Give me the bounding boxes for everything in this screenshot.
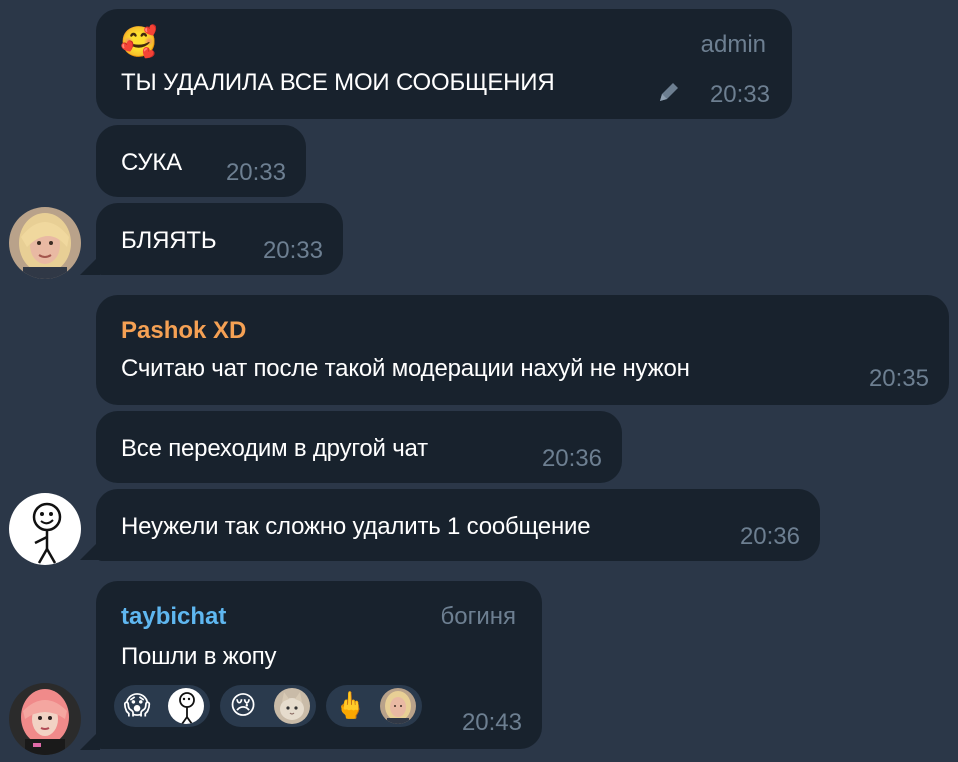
- avatar-blonde-user[interactable]: [9, 207, 81, 279]
- admin-badge: admin: [700, 31, 766, 58]
- message-time: 20:35: [868, 365, 929, 392]
- smiling-face-with-hearts-emoji: 🥰: [120, 25, 158, 60]
- scream-emoji-icon: 😱: [123, 691, 151, 721]
- reaction-scream[interactable]: 😱: [114, 685, 210, 727]
- message-time: 20:33: [225, 159, 286, 186]
- reaction-crying[interactable]: 😢: [220, 685, 316, 727]
- message-text: Неужели так сложно удалить 1 сообщение: [121, 513, 591, 540]
- message-bubble-6[interactable]: Неужели так сложно удалить 1 сообщение 2…: [96, 489, 820, 561]
- message-text: ТЫ УДАЛИЛА ВСЕ МОИ СООБЩЕНИЯ: [121, 69, 555, 96]
- reactor-avatar-blonde: [380, 688, 416, 724]
- sender-name-pashok[interactable]: Pashok XD: [121, 317, 246, 345]
- message-time: 20:36: [739, 523, 800, 550]
- message-time: 20:36: [541, 445, 602, 472]
- custom-title-badge: богиня: [440, 603, 516, 630]
- message-text: БЛЯЯТЬ: [121, 227, 217, 254]
- reaction-middle-finger[interactable]: 🖕: [326, 685, 422, 727]
- message-time: 20:33: [709, 81, 770, 108]
- message-time: 20:33: [262, 237, 323, 264]
- message-bubble-5[interactable]: Все переходим в другой чат 20:36: [96, 411, 622, 483]
- message-bubble-1[interactable]: 🥰 admin ТЫ УДАЛИЛА ВСЕ МОИ СООБЩЕНИЯ 20:…: [96, 9, 792, 119]
- message-bubble-2[interactable]: СУКА 20:33: [96, 125, 306, 197]
- crying-emoji-icon: 😢: [229, 691, 257, 721]
- middle-finger-emoji-icon: 🖕: [334, 691, 367, 721]
- edited-pencil-icon: [656, 79, 682, 105]
- reactor-avatar-cat: [274, 688, 310, 724]
- message-text: Считаю чат после такой модерации нахуй н…: [121, 355, 690, 382]
- reactor-avatar-stick-figure: [168, 688, 204, 724]
- message-text: СУКА: [121, 149, 182, 176]
- avatar-taybichat[interactable]: [9, 683, 81, 755]
- message-bubble-4[interactable]: Pashok XD Считаю чат после такой модерац…: [96, 295, 949, 405]
- avatar-stick-figure-user[interactable]: [9, 493, 81, 565]
- message-time: 20:43: [461, 709, 522, 736]
- sender-name-taybichat[interactable]: taybichat: [121, 603, 226, 631]
- message-bubble-3[interactable]: БЛЯЯТЬ 20:33: [96, 203, 343, 275]
- message-text: Пошли в жопу: [121, 643, 277, 670]
- message-text: Все переходим в другой чат: [121, 435, 428, 462]
- message-bubble-7[interactable]: taybichat богиня Пошли в жопу 😱 😢 🖕 20:4…: [96, 581, 542, 749]
